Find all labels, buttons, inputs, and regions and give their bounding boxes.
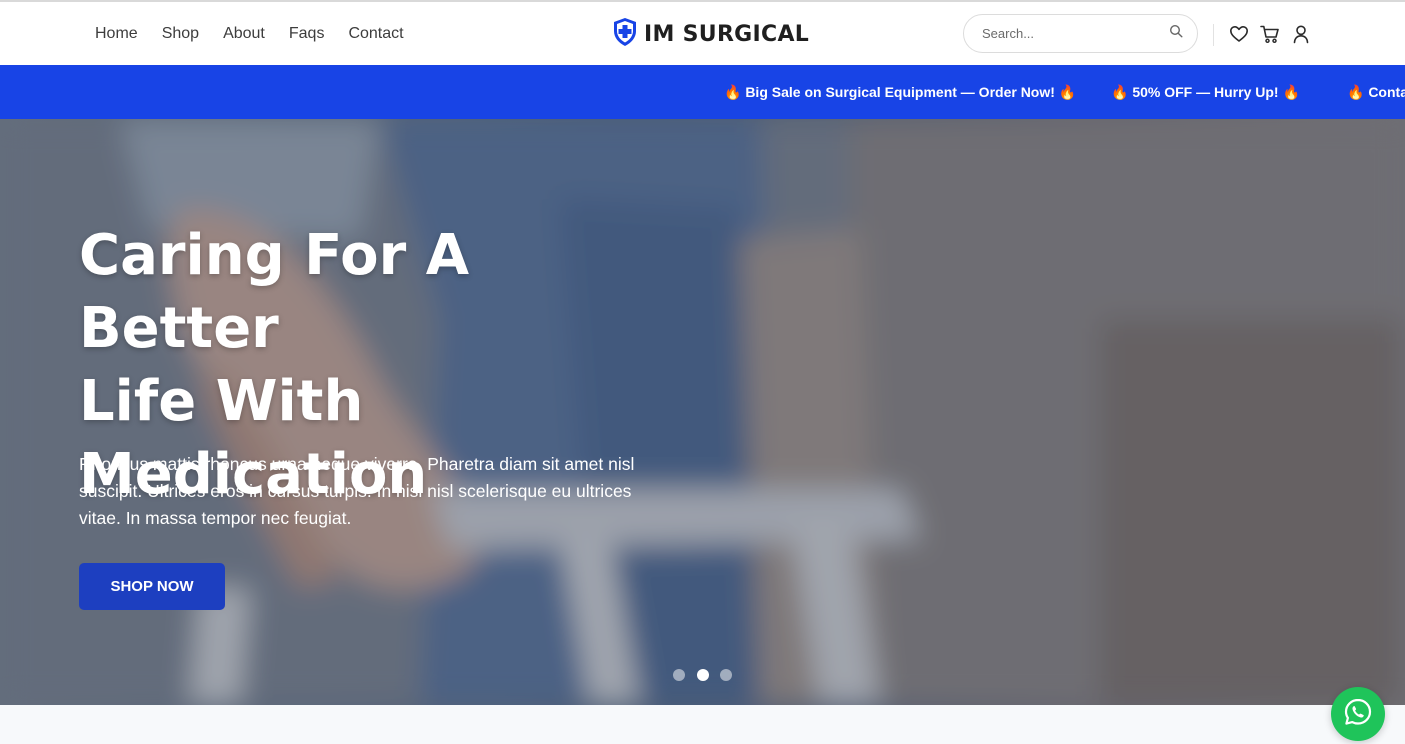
header-divider xyxy=(1213,24,1214,46)
cart-icon[interactable] xyxy=(1260,24,1280,44)
user-icon[interactable] xyxy=(1291,24,1311,44)
search-input[interactable] xyxy=(980,25,1169,42)
marquee-item: 🔥 Big Sale on Surgical Equipment — Order… xyxy=(724,84,1077,100)
hero-title-line: Life With xyxy=(79,369,364,434)
site-header: Home Shop About Faqs Contact IM SURGICAL xyxy=(0,2,1405,65)
nav-shop[interactable]: Shop xyxy=(162,25,199,43)
shield-cross-icon xyxy=(612,17,638,52)
nav-faqs[interactable]: Faqs xyxy=(289,25,325,43)
heart-icon[interactable] xyxy=(1229,24,1249,44)
hero-slider: Caring For A Better Life With Medication… xyxy=(0,119,1405,705)
promo-marquee: 🔥 Big Sale on Surgical Equipment — Order… xyxy=(0,65,1405,119)
slider-dot-2-active[interactable] xyxy=(697,669,709,681)
main-nav: Home Shop About Faqs Contact xyxy=(95,2,428,65)
hero-title-line: Caring For A Better xyxy=(79,223,470,361)
nav-contact[interactable]: Contact xyxy=(348,25,403,43)
nav-about[interactable]: About xyxy=(223,25,265,43)
marquee-item: 🔥 Conta xyxy=(1347,84,1405,100)
logo-text: IM SURGICAL xyxy=(644,21,810,47)
marquee-item: 🔥 50% OFF — Hurry Up! 🔥 xyxy=(1111,84,1300,100)
hero-description: Rhoncus mattis rhoncus urna neque viverr… xyxy=(79,454,635,528)
site-logo[interactable]: IM SURGICAL xyxy=(612,17,810,52)
search-icon[interactable] xyxy=(1169,24,1183,43)
slider-dot-1[interactable] xyxy=(673,669,685,681)
slider-dot-3[interactable] xyxy=(720,669,732,681)
whatsapp-icon xyxy=(1343,697,1373,732)
nav-home[interactable]: Home xyxy=(95,25,138,43)
next-section-edge xyxy=(0,705,1405,744)
shop-now-button[interactable]: SHOP NOW xyxy=(79,563,225,610)
whatsapp-button[interactable] xyxy=(1331,687,1385,741)
search-box xyxy=(963,14,1198,53)
